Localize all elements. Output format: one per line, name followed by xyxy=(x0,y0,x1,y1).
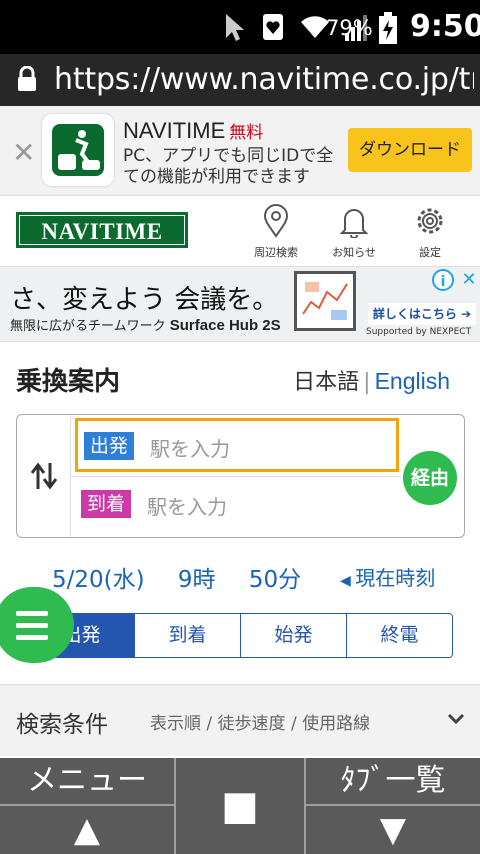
clock: 9:50 xyxy=(410,9,480,44)
bell-icon xyxy=(339,209,369,239)
url-text[interactable]: https://www.navitime.co.jp/tr... xyxy=(54,62,474,97)
app-description: PC、アプリでも同じIDで全ての機能が利用できます xyxy=(123,146,334,187)
ad-product: Surface Hub 2S xyxy=(169,317,281,334)
ad-info-icon[interactable]: i xyxy=(432,269,454,291)
nearby-search-label: 周辺検索 xyxy=(254,246,298,259)
scroll-down-button[interactable]: ▼ xyxy=(306,806,480,854)
search-conditions-row[interactable]: 検索条件 表示順 / 徒歩速度 / 使用路線 xyxy=(0,684,480,756)
map-pin-icon xyxy=(263,204,289,238)
field-divider xyxy=(71,476,401,477)
ad-headline: さ、変えよう 会議を。 xyxy=(10,285,279,315)
via-button[interactable]: 経由 xyxy=(403,451,457,505)
route-search-box: 出発 駅を入力 到着 駅を入力 経由 xyxy=(16,414,465,538)
ad-subline: 無限に広がるチームワーク xyxy=(10,319,166,334)
heart-notification-icon xyxy=(263,14,283,40)
notice-button[interactable]: お知らせ xyxy=(324,204,384,260)
download-button[interactable]: ダウンロード xyxy=(348,128,472,172)
lang-separator: | xyxy=(363,370,371,395)
tab-first-train[interactable]: 始発 xyxy=(240,614,346,657)
minute-select[interactable]: 50分 xyxy=(249,567,301,593)
language-switch: 日本語 | English xyxy=(293,364,450,396)
battery-percent: 79% xyxy=(326,16,373,40)
free-label: 無料 xyxy=(229,123,264,142)
browser-menu-button[interactable]: メニュー xyxy=(0,758,174,804)
current-time-label: 現在時刻 xyxy=(355,566,436,590)
nearby-search-button[interactable]: 周辺検索 xyxy=(246,204,306,260)
tab-last-train[interactable]: 終電 xyxy=(346,614,452,657)
status-bar: 79% 9:50 xyxy=(0,0,480,54)
settings-button[interactable]: 設定 xyxy=(400,204,460,260)
app-icon xyxy=(42,114,114,186)
time-mode-tabs: 出発 到着 始発 終電 xyxy=(28,613,453,658)
ad-supported-text: Supported by NEXPECT xyxy=(366,327,472,337)
app-name-row: NAVITIME 無料 xyxy=(123,118,263,144)
ad-product-image xyxy=(294,271,356,331)
tab-arrival[interactable]: 到着 xyxy=(134,614,240,657)
datetime-row: 5/20(水) 9時 50分 xyxy=(52,560,327,594)
lang-en-link[interactable]: English xyxy=(375,368,450,394)
app-name: NAVITIME xyxy=(123,118,226,143)
caret-left-icon: ◀ xyxy=(340,573,356,589)
stop-button[interactable]: ■ xyxy=(176,758,304,854)
ad-cta-button[interactable]: 詳しくはこちら ➔ xyxy=(368,303,476,325)
search-conditions-heading: 検索条件 xyxy=(16,712,108,738)
current-time-button[interactable]: ◀ 現在時刻 xyxy=(340,562,435,591)
arrival-field[interactable]: 到着 駅を入力 xyxy=(75,479,399,533)
page-title: 乗換案内 xyxy=(16,367,121,397)
ad-banner[interactable]: さ、変えよう 会議を。 無限に広がるチームワーク Surface Hub 2S … xyxy=(0,266,480,342)
swap-arrows-icon xyxy=(30,462,58,490)
arrival-input[interactable]: 駅を入力 xyxy=(147,491,227,520)
app-install-banner: ✕ NAVITIME 無料 PC、アプリでも同じIDで全ての機能が利用できます ダ… xyxy=(0,106,480,196)
arrival-badge: 到着 xyxy=(81,490,132,518)
swap-stations-button[interactable] xyxy=(17,415,71,537)
navitime-logo[interactable]: NAVITIME xyxy=(16,212,188,248)
hour-select[interactable]: 9時 xyxy=(178,567,216,593)
navitime-app-icon xyxy=(52,124,104,176)
settings-label: 設定 xyxy=(419,246,441,259)
notice-label: お知らせ xyxy=(332,246,376,259)
lock-icon xyxy=(18,66,36,91)
tab-list-button[interactable]: ﾀﾌﾞ一覧 xyxy=(306,758,480,804)
triangle-down-icon: ▼ xyxy=(379,810,407,850)
square-stop-icon: ■ xyxy=(221,783,259,829)
search-conditions-summary: 表示順 / 徒歩速度 / 使用路線 xyxy=(150,714,371,734)
ad-close-icon[interactable]: ✕ xyxy=(458,269,480,291)
site-header: NAVITIME 周辺検索 お知らせ 設定 xyxy=(0,196,480,266)
battery-charging-icon xyxy=(379,12,397,44)
browser-bottom-bar: メニュー ▲ ■ ﾀﾌﾞ一覧 ▼ xyxy=(0,758,480,854)
departure-badge: 出発 xyxy=(84,432,135,460)
departure-field[interactable]: 出発 駅を入力 xyxy=(75,418,399,472)
ad-subline-row: 無限に広がるチームワーク Surface Hub 2S xyxy=(10,315,281,334)
close-icon[interactable]: ✕ xyxy=(12,136,35,169)
triangle-up-icon: ▲ xyxy=(73,810,101,850)
date-select[interactable]: 5/20(水) xyxy=(52,567,145,593)
lang-ja-link[interactable]: 日本語 xyxy=(293,370,359,395)
cursor-icon xyxy=(226,14,244,41)
floating-menu-button[interactable] xyxy=(0,587,74,663)
gear-icon xyxy=(417,208,443,234)
url-bar[interactable]: https://www.navitime.co.jp/tr... xyxy=(0,54,480,106)
departure-input[interactable]: 駅を入力 xyxy=(150,433,230,462)
whiteboard-image xyxy=(302,282,348,320)
chevron-down-icon xyxy=(446,707,466,731)
scroll-up-button[interactable]: ▲ xyxy=(0,806,174,854)
